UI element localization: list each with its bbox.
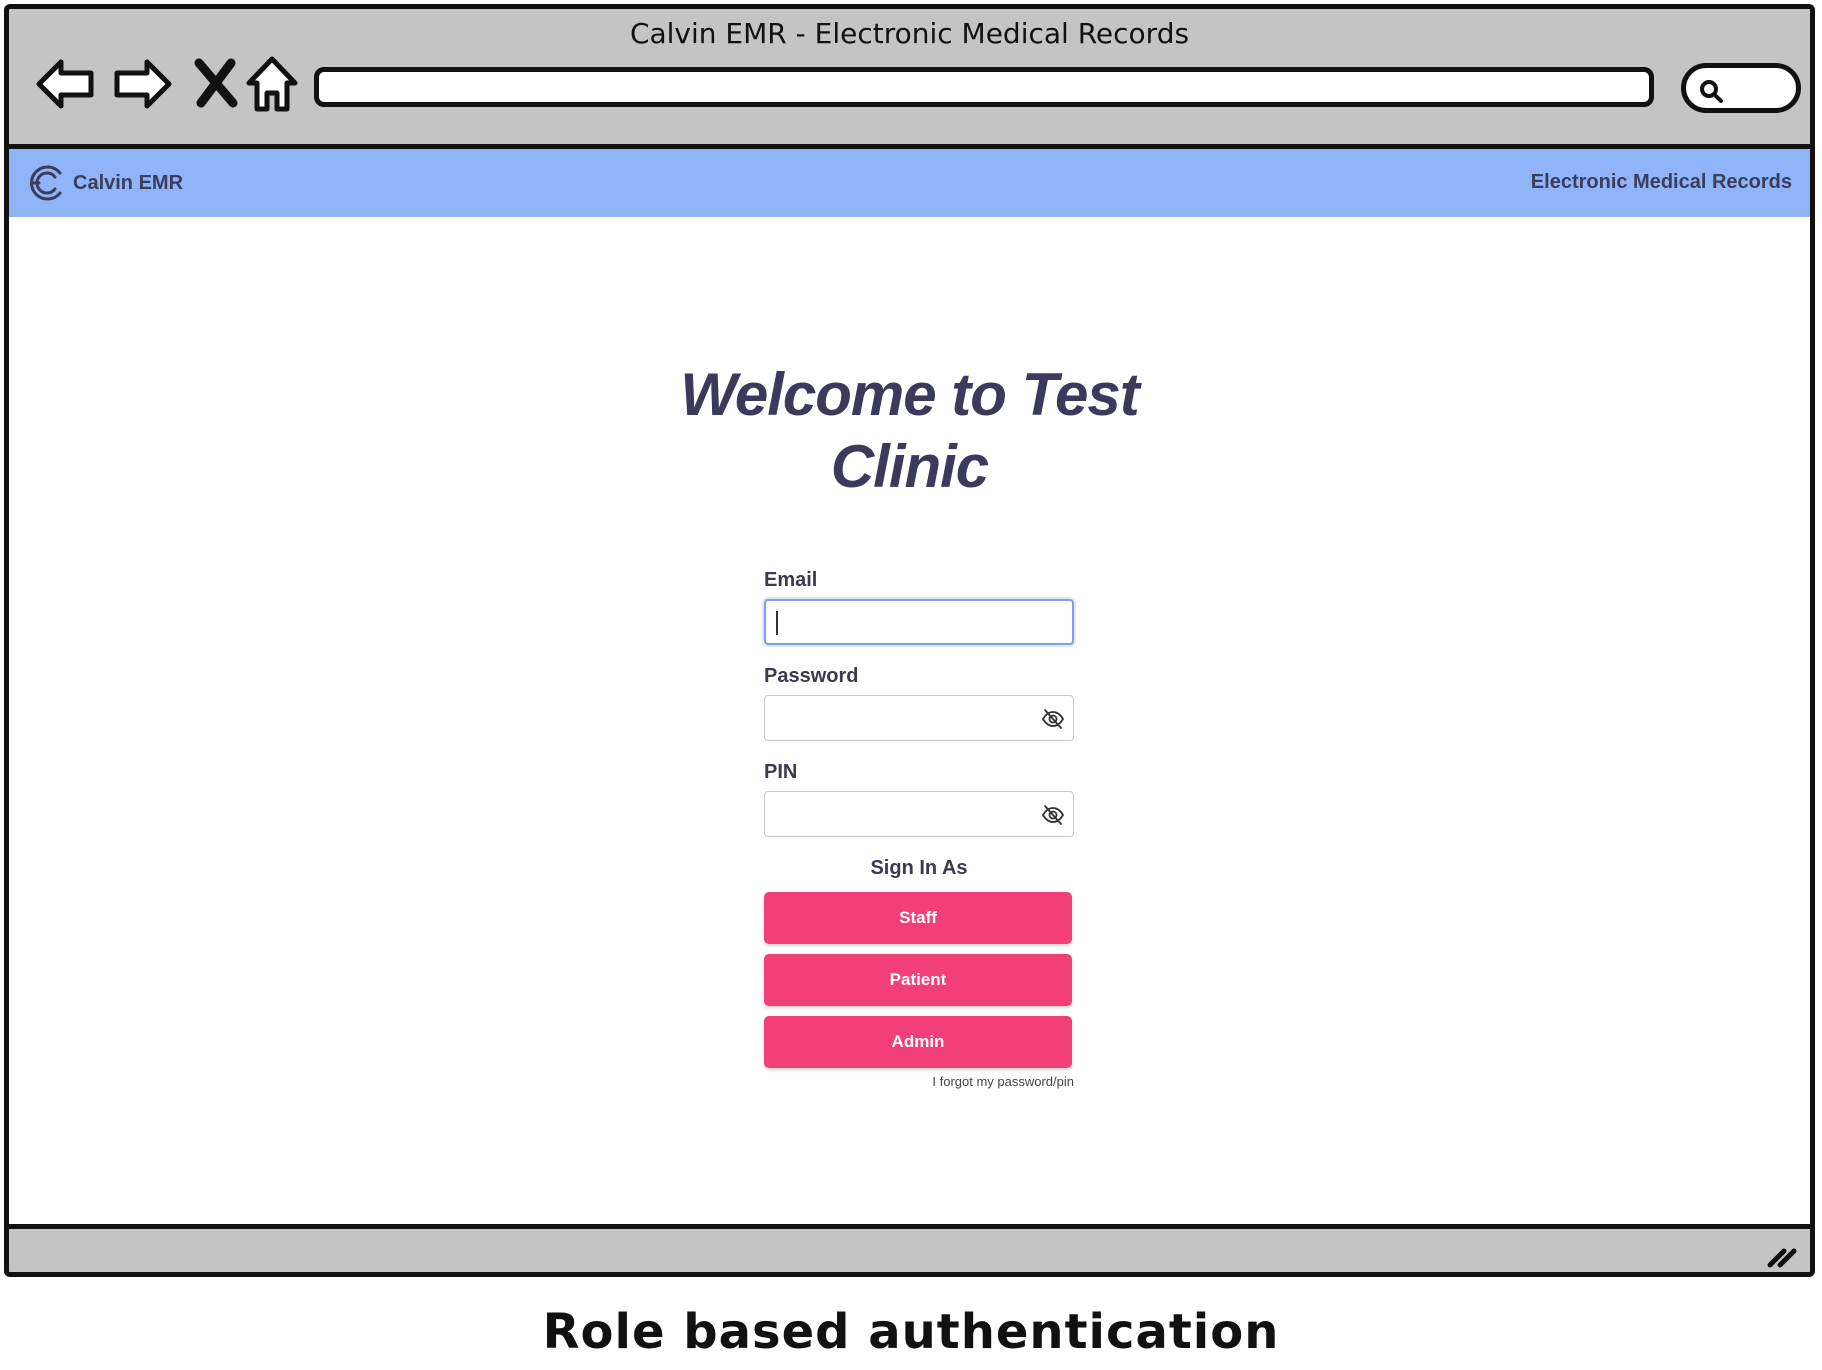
browser-search-box[interactable] [1681,63,1801,113]
page-title: Welcome to Test Clinic [680,361,1139,500]
address-bar[interactable] [314,67,1654,107]
search-icon [1700,80,1723,103]
mockup-caption: Role based authentication [542,1304,1280,1360]
text-caret [776,611,778,635]
back-arrow-icon[interactable] [35,53,97,115]
app-subtitle: Electronic Medical Records [1530,171,1792,193]
email-label: Email [764,569,818,591]
password-field-wrapper [764,695,1074,741]
password-label: Password [764,665,859,687]
email-field-wrapper [764,599,1074,645]
password-field[interactable] [775,696,1029,738]
pin-label: PIN [764,761,798,783]
eye-off-icon[interactable] [1041,707,1065,731]
calvin-logo-icon [30,165,62,201]
forgot-password-link[interactable]: I forgot my password/pin [764,1074,1074,1089]
resize-grip-icon[interactable] [1766,1243,1798,1269]
patient-button[interactable]: Patient [764,954,1072,1006]
app-header: Calvin EMR Electronic Medical Records [9,149,1810,217]
forward-arrow-icon[interactable] [111,53,173,115]
login-form: Email Password PIN Sign In As Staff Pati… [764,569,1074,1089]
email-field[interactable] [776,601,1030,643]
pin-field-wrapper [764,791,1074,837]
stop-icon[interactable] [185,53,247,115]
home-icon[interactable] [241,53,303,115]
staff-button[interactable]: Staff [764,892,1072,944]
sign-in-as-label: Sign In As [870,857,968,879]
page-content: Calvin EMR Electronic Medical Records We… [9,149,1810,1224]
brand[interactable]: Calvin EMR [27,163,183,203]
brand-name: Calvin EMR [73,171,184,194]
eye-off-icon[interactable] [1041,803,1065,827]
browser-statusbar [9,1224,1810,1272]
browser-titlebar: Calvin EMR - Electronic Medical Records [9,9,1810,149]
window-title: Calvin EMR - Electronic Medical Records [629,17,1190,50]
pin-field[interactable] [775,792,1029,834]
welcome-section: Welcome to Test Clinic [9,359,1810,503]
admin-button[interactable]: Admin [764,1016,1072,1068]
browser-window: Calvin EMR - Electronic Medical Records [4,4,1815,1277]
